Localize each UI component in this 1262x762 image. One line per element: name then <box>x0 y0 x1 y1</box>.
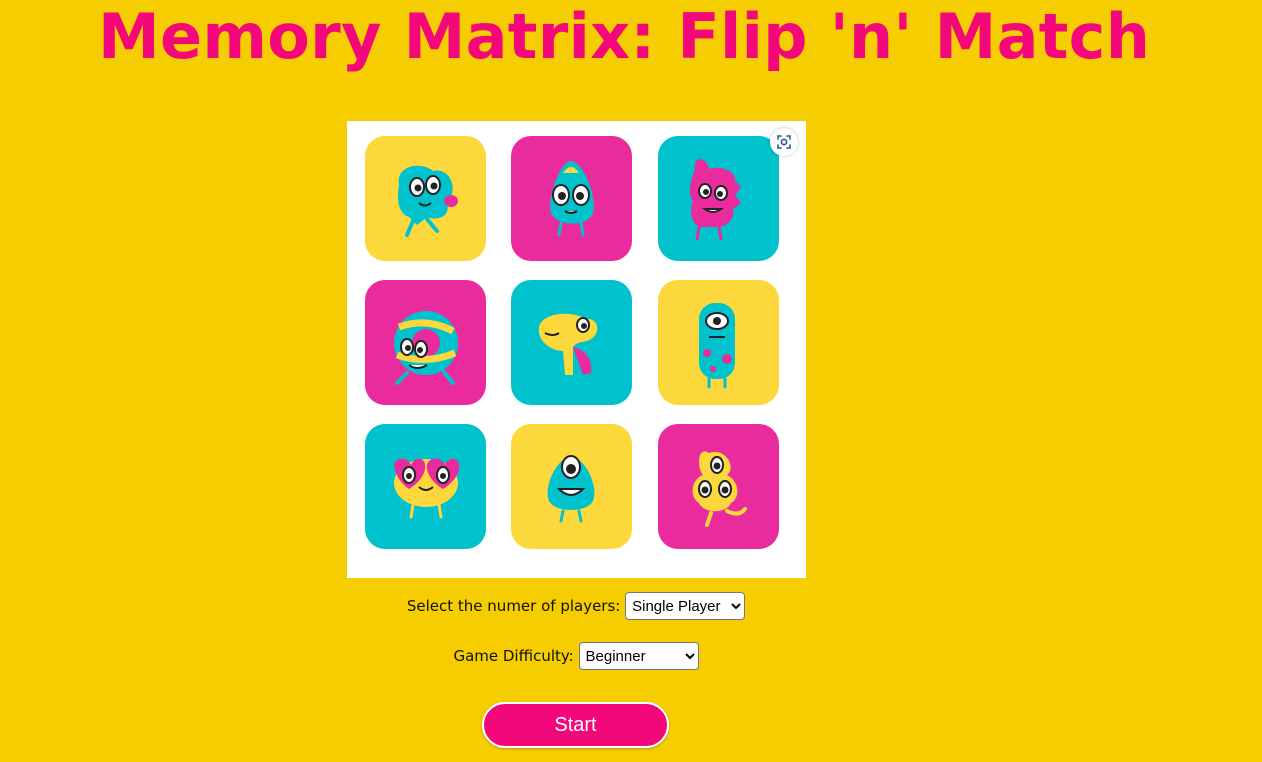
card-grid <box>365 136 779 549</box>
players-label: Select the numer of players: <box>406 597 621 615</box>
card-3 <box>658 136 779 261</box>
players-select[interactable]: Single Player <box>625 592 746 620</box>
difficulty-label: Game Difficulty: <box>453 647 574 665</box>
card-7 <box>365 424 486 549</box>
difficulty-row: Game Difficulty: Beginner <box>0 642 1152 670</box>
card-5 <box>511 280 632 405</box>
card-8 <box>511 424 632 549</box>
players-row: Select the numer of players: Single Play… <box>0 592 1152 620</box>
card-1 <box>365 136 486 261</box>
visual-search-icon[interactable] <box>770 128 798 156</box>
card-2 <box>511 136 632 261</box>
start-button[interactable]: Start <box>482 702 669 748</box>
card-preview-image <box>347 121 806 578</box>
card-4 <box>365 280 486 405</box>
page-title: Memory Matrix: Flip 'n' Match <box>98 0 1151 73</box>
card-6 <box>658 280 779 405</box>
card-9 <box>658 424 779 549</box>
difficulty-select[interactable]: Beginner <box>578 642 699 670</box>
